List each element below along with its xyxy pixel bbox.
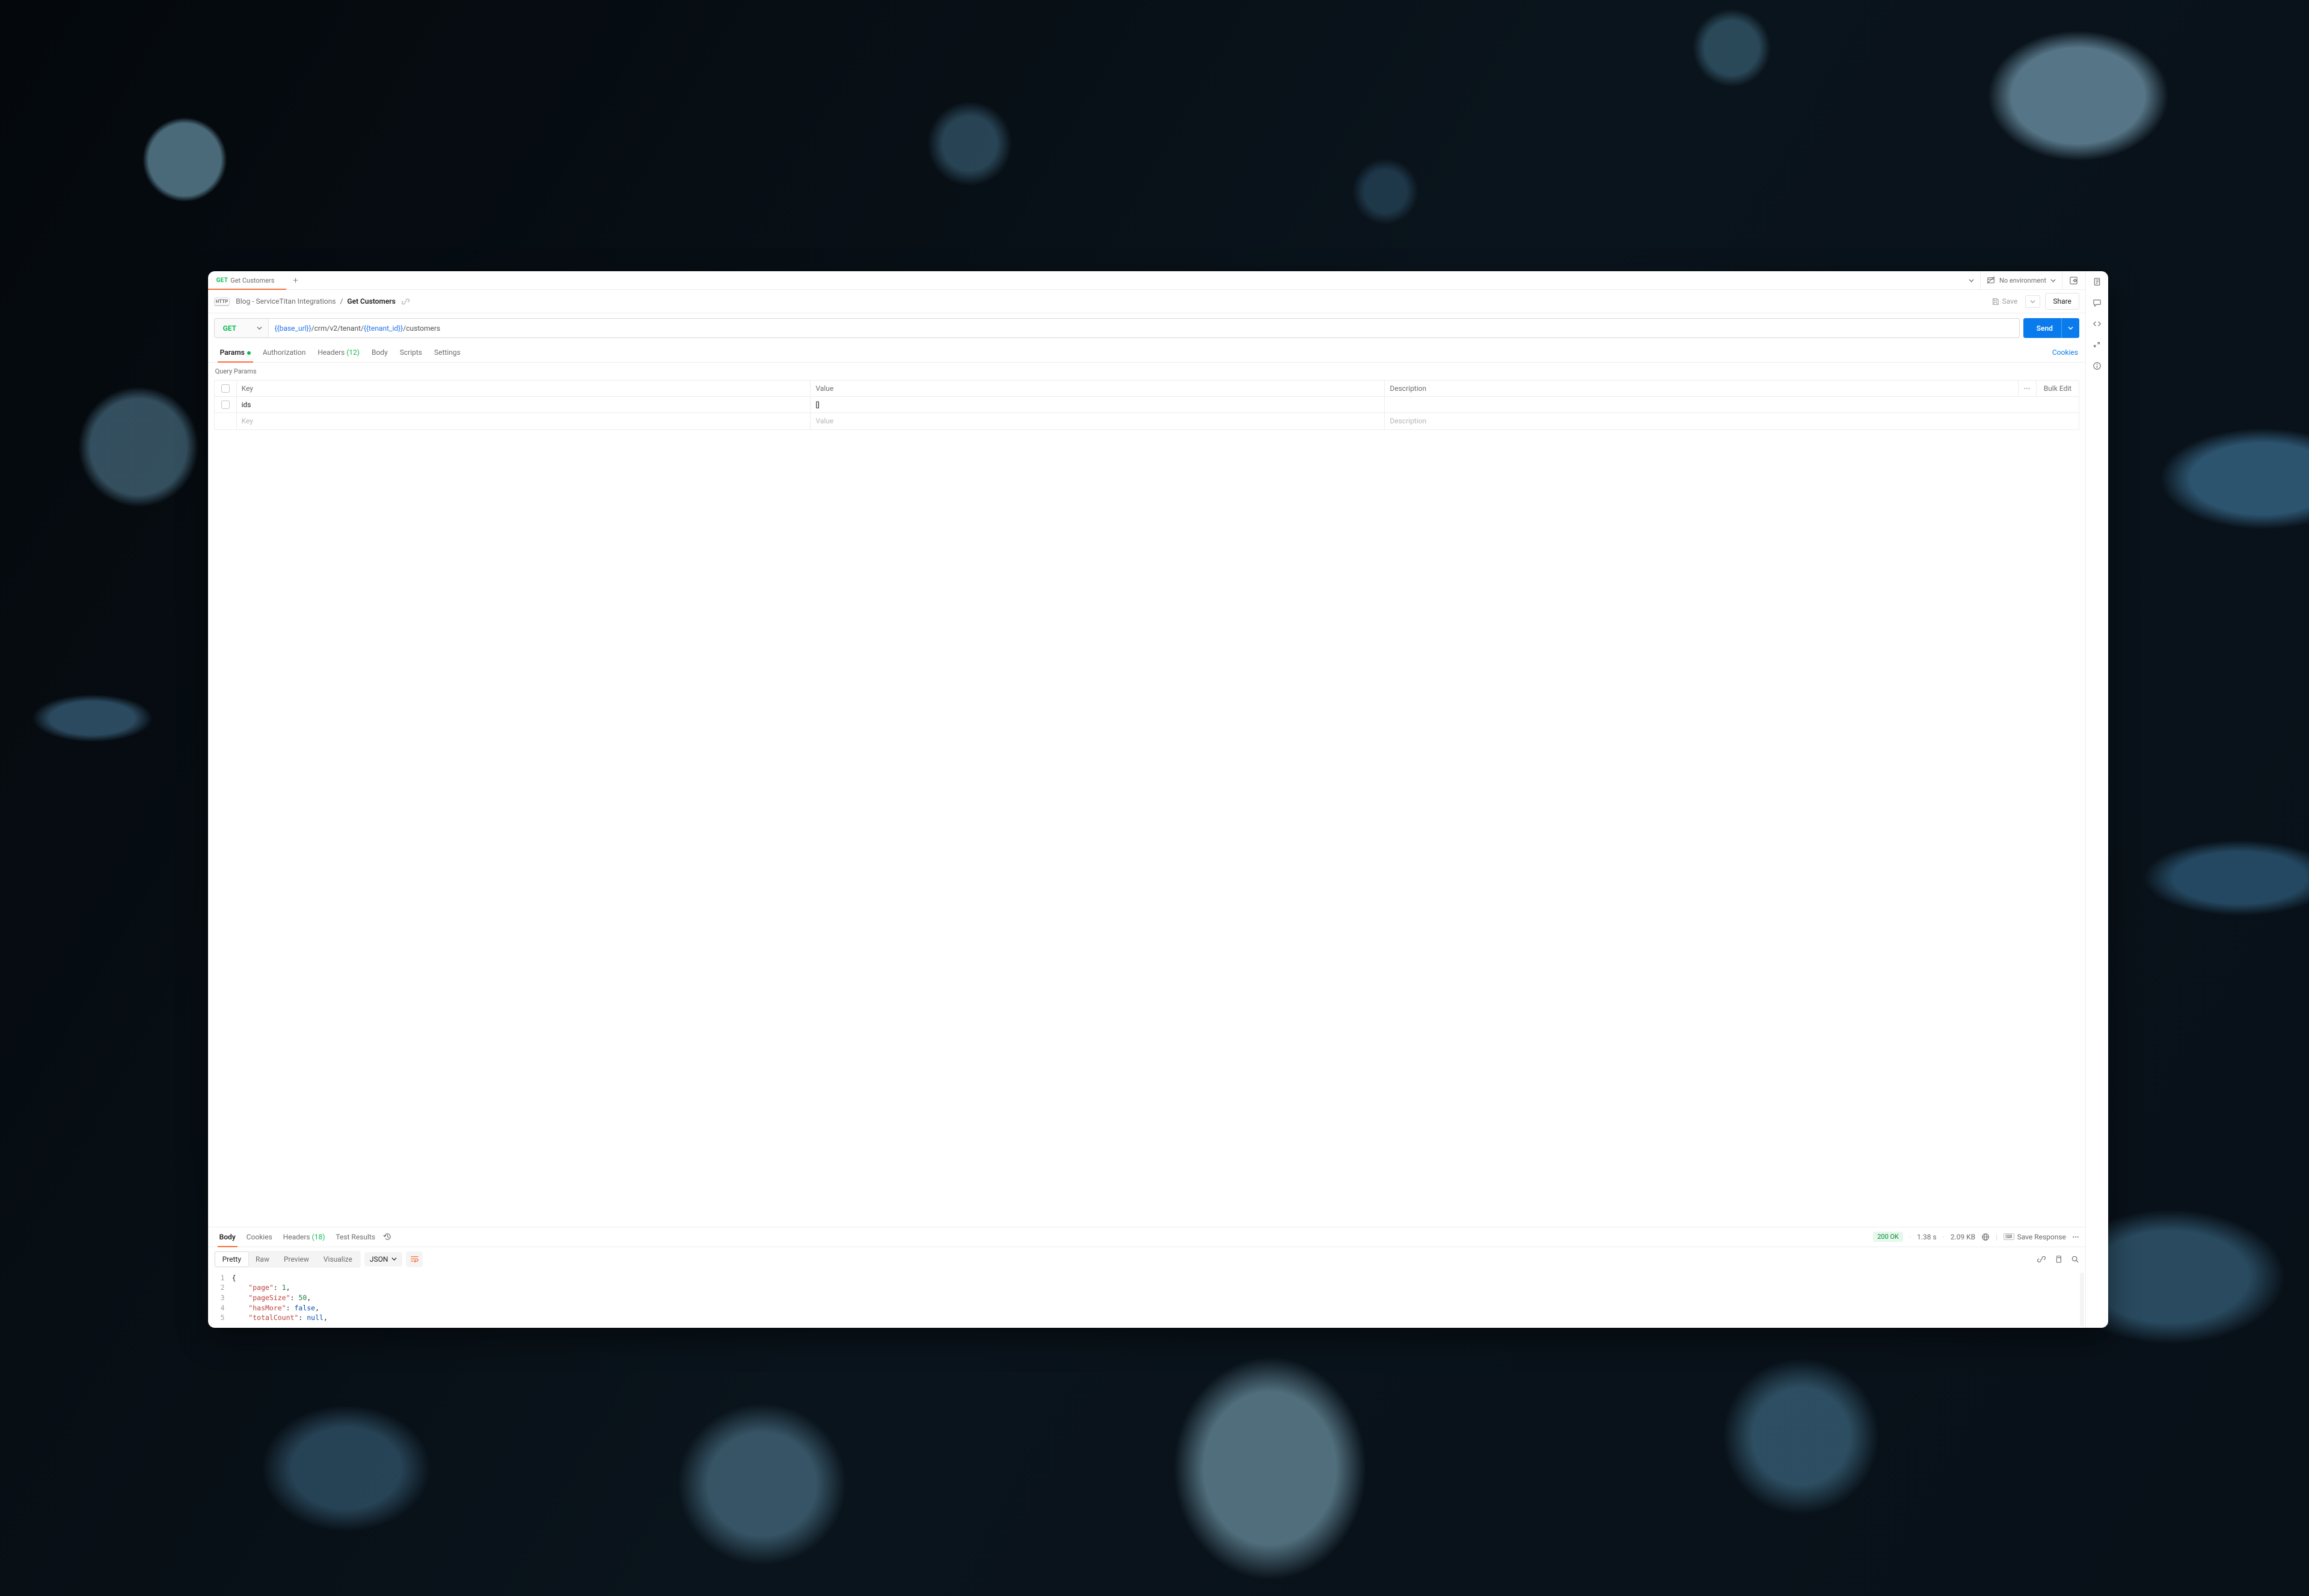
breadcrumb-bar: HTTP Blog - ServiceTitan Integrations / … [208, 290, 2085, 313]
response-size[interactable]: 2.09 KB [1951, 1233, 1975, 1241]
param-row: ids [] [215, 397, 2079, 413]
response-tab-cookies[interactable]: Cookies [241, 1227, 278, 1247]
param-key-input[interactable]: Key [237, 413, 811, 429]
breadcrumb-workspace[interactable]: Blog - ServiceTitan Integrations [236, 297, 336, 305]
param-row-new: Key Value Description [215, 413, 2079, 429]
http-method-select[interactable]: GET [215, 319, 269, 337]
param-description-input[interactable] [1385, 397, 2079, 413]
tab-strip: GET Get Customers + No environment [208, 271, 2085, 290]
query-params-title: Query Params [208, 363, 2085, 380]
tab-scripts[interactable]: Scripts [394, 343, 428, 362]
more-options-button[interactable] [2072, 1233, 2079, 1241]
tab-settings[interactable]: Settings [428, 343, 467, 362]
status-code[interactable]: 200 OK [1873, 1232, 1903, 1242]
share-button-label: Share [2053, 297, 2071, 305]
breadcrumb-current: Get Customers [347, 297, 395, 305]
line-wrap-icon [410, 1254, 419, 1263]
new-tab-button[interactable]: + [286, 271, 304, 289]
save-response-label: Save Response [2017, 1233, 2066, 1241]
chevron-down-icon [391, 1256, 397, 1262]
chevron-down-icon [2050, 278, 2056, 283]
comments-icon[interactable] [2092, 298, 2102, 307]
tab-params[interactable]: Params [214, 343, 257, 362]
chevron-down-icon [257, 325, 262, 331]
keyboard-badge-icon: ⌨ [2004, 1233, 2014, 1240]
view-preview[interactable]: Preview [277, 1252, 316, 1266]
response-pane: Body Cookies Headers (18) Test Results 2… [208, 1227, 2085, 1328]
params-header-row: Key Value Description Bulk Edit [215, 381, 2079, 397]
environment-label: No environment [1999, 277, 2046, 284]
no-environment-icon [1987, 276, 1995, 284]
save-button[interactable]: Save [1986, 294, 2023, 308]
send-dropdown-button[interactable] [2061, 318, 2073, 338]
view-pretty[interactable]: Pretty [215, 1252, 248, 1266]
modified-dot-icon [247, 351, 251, 355]
row-checkbox[interactable] [221, 401, 230, 409]
request-tab[interactable]: GET Get Customers [208, 271, 287, 289]
save-icon [1992, 298, 1999, 305]
format-label: JSON [370, 1255, 388, 1263]
send-button-label: Send [2037, 324, 2053, 333]
cookies-link[interactable]: Cookies [2051, 343, 2079, 362]
http-method-label: GET [223, 324, 236, 333]
save-button-label: Save [2002, 297, 2018, 305]
code-icon[interactable] [2092, 319, 2102, 328]
tab-overflow-button[interactable] [1963, 271, 1981, 289]
param-key-input[interactable]: ids [237, 397, 811, 413]
postman-window: GET Get Customers + No environment HTTP … [208, 271, 2108, 1328]
view-raw[interactable]: Raw [248, 1252, 277, 1266]
search-response-icon[interactable] [2071, 1255, 2079, 1263]
copy-response-icon[interactable] [2054, 1255, 2062, 1263]
tab-authorization[interactable]: Authorization [257, 343, 312, 362]
chevron-down-icon [2068, 325, 2073, 331]
tab-method-label: GET [216, 277, 228, 284]
col-description: Description [1385, 381, 2019, 396]
save-dropdown-button[interactable] [2025, 295, 2040, 308]
breadcrumb[interactable]: Blog - ServiceTitan Integrations / Get C… [236, 297, 396, 305]
view-mode-segmented: Pretty Raw Preview Visualize [214, 1251, 361, 1268]
request-url-row: GET {{base_url}} /crm/v2/tenant/ {{tenan… [208, 313, 2085, 343]
network-icon[interactable] [1981, 1233, 1990, 1241]
response-history-button[interactable] [381, 1229, 394, 1245]
param-value-input[interactable]: Value [811, 413, 1385, 429]
response-tab-headers[interactable]: Headers (18) [278, 1227, 331, 1247]
share-button[interactable]: Share [2045, 293, 2079, 310]
environment-quicklook-button[interactable] [2062, 271, 2085, 289]
response-body[interactable]: 1{ 2 "page": 1, 3 "pageSize": 50, 4 "has… [208, 1271, 2085, 1328]
copy-link-icon[interactable] [402, 298, 409, 305]
history-icon [383, 1232, 392, 1241]
response-tabs: Body Cookies Headers (18) Test Results 2… [208, 1227, 2085, 1247]
param-value-input[interactable]: [] [811, 397, 1385, 413]
response-view-toolbar: Pretty Raw Preview Visualize JSON [208, 1247, 2085, 1271]
tab-body[interactable]: Body [366, 343, 394, 362]
save-response-button[interactable]: ⌨ Save Response [2004, 1233, 2066, 1241]
select-all-checkbox[interactable] [221, 384, 230, 393]
related-icon[interactable] [2092, 340, 2102, 349]
response-tab-test-results[interactable]: Test Results [330, 1227, 381, 1247]
tab-title: Get Customers [230, 277, 274, 284]
response-tab-body[interactable]: Body [214, 1227, 241, 1247]
format-select[interactable]: JSON [364, 1252, 403, 1266]
query-params-table: Key Value Description Bulk Edit ids [] K… [214, 380, 2079, 430]
line-wrap-button[interactable] [406, 1251, 423, 1267]
send-button[interactable]: Send [2023, 318, 2079, 338]
bulk-edit-button[interactable]: Bulk Edit [2037, 381, 2079, 396]
info-icon[interactable] [2092, 361, 2102, 370]
copy-link-icon[interactable] [2037, 1255, 2046, 1263]
request-subtabs: Params Authorization Headers (12) Body S… [208, 343, 2085, 363]
column-options-button[interactable] [2019, 381, 2037, 396]
http-badge-icon: HTTP [214, 298, 230, 305]
view-visualize[interactable]: Visualize [316, 1252, 360, 1266]
right-sidebar [2085, 271, 2108, 1328]
scrollbar[interactable] [2080, 1272, 2084, 1327]
tab-headers[interactable]: Headers (12) [311, 343, 366, 362]
chevron-down-icon [2030, 299, 2035, 304]
param-description-input[interactable]: Description [1385, 413, 2079, 429]
col-key: Key [237, 381, 811, 396]
request-url-input[interactable]: {{base_url}} /crm/v2/tenant/ {{tenant_id… [269, 319, 2019, 337]
documentation-icon[interactable] [2092, 277, 2102, 286]
response-time[interactable]: 1.38 s [1917, 1233, 1937, 1241]
environment-selector[interactable]: No environment [1981, 271, 2062, 289]
col-value: Value [811, 381, 1385, 396]
